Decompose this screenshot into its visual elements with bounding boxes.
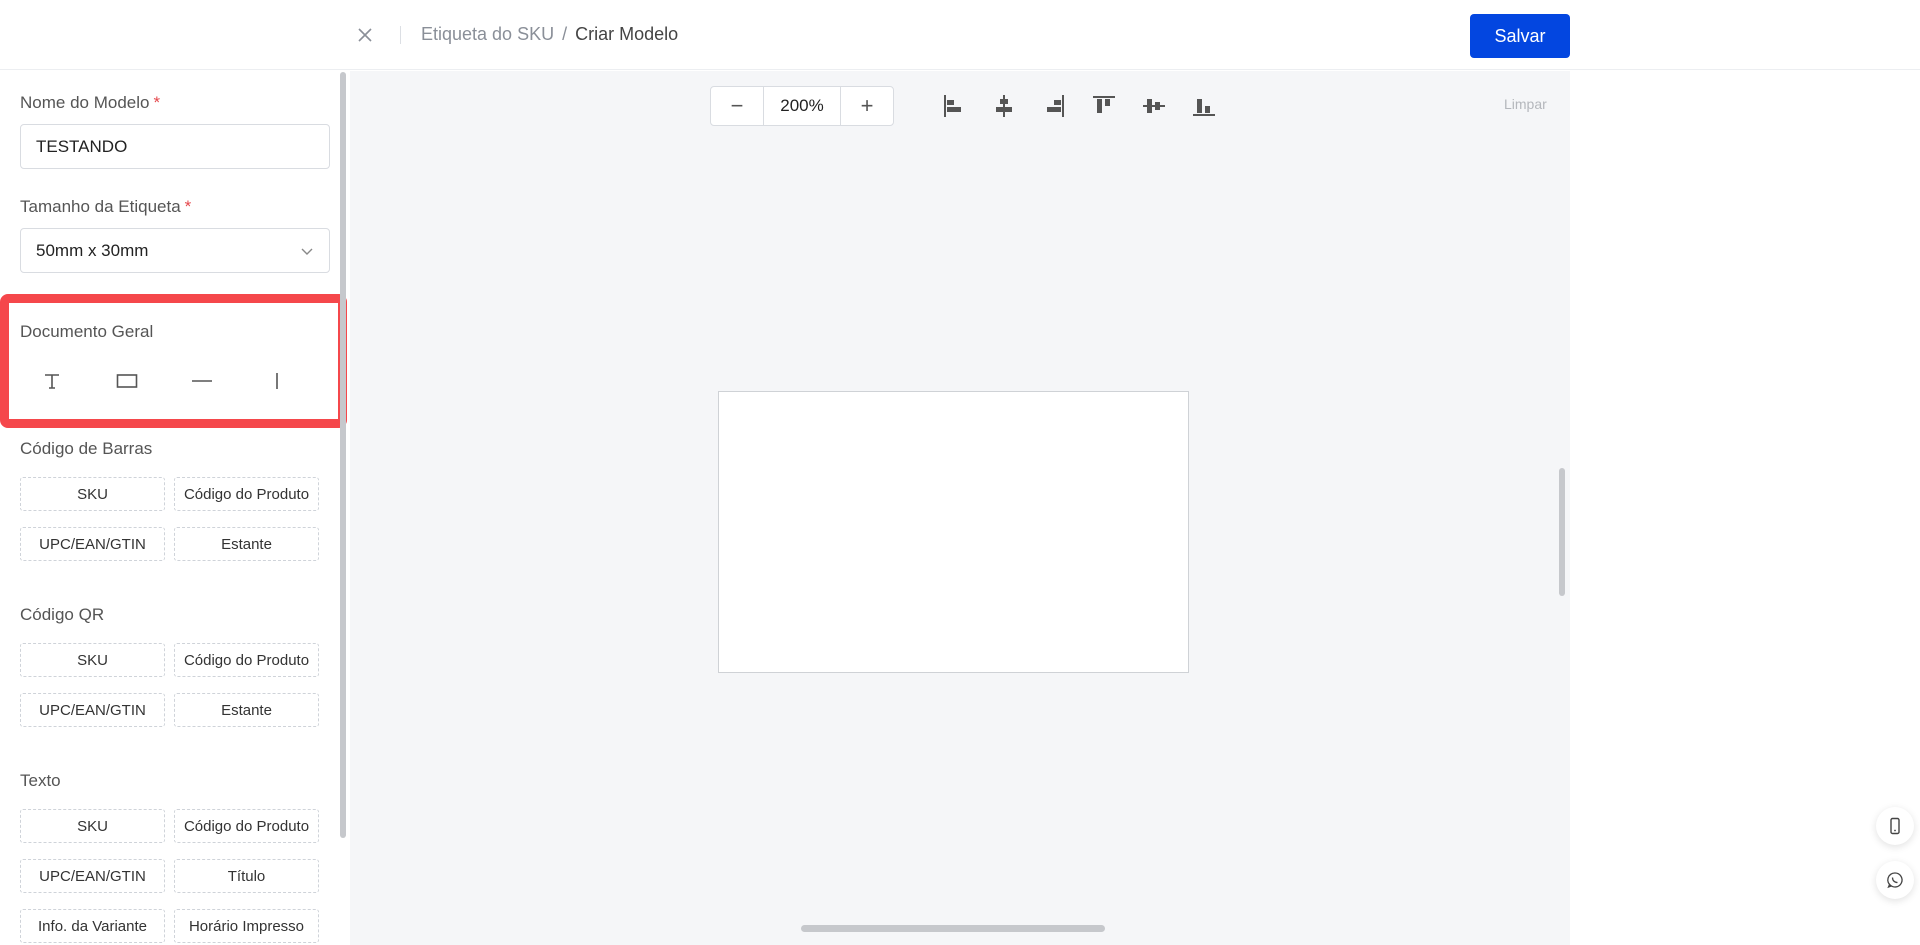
text-product-code-chip[interactable]: Código do Produto — [174, 809, 319, 843]
left-panel: Nome do Modelo * TESTANDO Tamanho da Etiq… — [0, 71, 350, 945]
align-bottom-icon — [1193, 99, 1215, 116]
label-size-label: Tamanho da Etiqueta * — [20, 197, 192, 216]
align-right-button[interactable] — [1037, 89, 1071, 123]
align-middle-vertical-button[interactable] — [1137, 89, 1171, 123]
whatsapp-icon — [1887, 872, 1903, 889]
left-panel-scrollbar[interactable] — [340, 72, 346, 838]
align-center-horizontal-button[interactable] — [987, 89, 1021, 123]
close-icon — [358, 28, 372, 42]
vertical-line-tool-icon — [276, 373, 278, 389]
text-tool-icon — [45, 374, 59, 389]
breadcrumb-separator: / — [562, 24, 568, 44]
barcode-section-title: Código de Barras — [20, 439, 153, 458]
label-canvas[interactable] — [718, 391, 1189, 673]
text-upc-chip[interactable]: UPC/EAN/GTIN — [20, 859, 165, 893]
align-right-icon — [1047, 95, 1064, 117]
horizontal-line-tool-button[interactable] — [185, 364, 219, 398]
align-left-button[interactable] — [937, 89, 971, 123]
text-variant-info-chip[interactable]: Info. da Variante — [20, 909, 165, 943]
general-document-highlight — [0, 294, 347, 428]
required-mark: * — [153, 93, 161, 112]
barcode-shelf-chip[interactable]: Estante — [174, 527, 319, 561]
rectangle-tool-button[interactable] — [110, 364, 144, 398]
qrcode-sku-chip[interactable]: SKU — [20, 643, 165, 677]
align-center-horizontal-icon — [996, 95, 1012, 117]
general-tools — [20, 364, 330, 398]
header-divider — [400, 26, 401, 44]
breadcrumb-parent[interactable]: Etiqueta do SKU — [421, 24, 554, 44]
qrcode-product-code-chip[interactable]: Código do Produto — [174, 643, 319, 677]
vertical-line-tool-button[interactable] — [260, 364, 294, 398]
zoom-level: 200% — [763, 87, 841, 125]
align-middle-vertical-icon — [1143, 99, 1165, 113]
zoom-out-button[interactable]: − — [711, 87, 763, 125]
barcode-product-code-chip[interactable]: Código do Produto — [174, 477, 319, 511]
zoom-in-button[interactable]: + — [841, 87, 893, 125]
label-size-select[interactable]: 50mm x 30mm — [20, 228, 330, 273]
breadcrumb: Etiqueta do SKU / Criar Modelo — [421, 24, 678, 45]
clear-button[interactable]: Limpar — [1504, 96, 1547, 112]
rectangle-tool-icon — [116, 374, 138, 388]
whatsapp-button[interactable] — [1876, 861, 1914, 899]
required-mark: * — [184, 197, 192, 216]
barcode-upc-chip[interactable]: UPC/EAN/GTIN — [20, 527, 165, 561]
mobile-button[interactable] — [1876, 807, 1914, 845]
qrcode-upc-chip[interactable]: UPC/EAN/GTIN — [20, 693, 165, 727]
mobile-phone-icon — [1890, 817, 1900, 835]
qrcode-section-title: Código QR — [20, 605, 105, 624]
qrcode-shelf-chip[interactable]: Estante — [174, 693, 319, 727]
align-top-button[interactable] — [1087, 89, 1121, 123]
chevron-down-icon — [301, 248, 313, 255]
text-section-title: Texto — [20, 771, 61, 790]
design-canvas-area: − 200% + Limpar — [350, 71, 1570, 945]
save-button[interactable]: Salvar — [1470, 14, 1570, 58]
barcode-sku-chip[interactable]: SKU — [20, 477, 165, 511]
text-tool-button[interactable] — [35, 364, 69, 398]
text-title-chip[interactable]: Título — [174, 859, 319, 893]
close-button[interactable] — [352, 22, 378, 48]
breadcrumb-current: Criar Modelo — [575, 24, 679, 44]
text-sku-chip[interactable]: SKU — [20, 809, 165, 843]
align-bottom-button[interactable] — [1187, 89, 1221, 123]
template-name-label: Nome do Modelo * — [20, 93, 161, 112]
align-top-icon — [1093, 96, 1115, 113]
canvas-vertical-scrollbar[interactable] — [1559, 468, 1565, 596]
text-print-time-chip[interactable]: Horário Impresso — [174, 909, 319, 943]
horizontal-line-tool-icon — [192, 380, 212, 382]
canvas-horizontal-scrollbar[interactable] — [801, 925, 1105, 932]
top-bar: Etiqueta do SKU / Criar Modelo Salvar — [0, 0, 1920, 70]
label-size-value: 50mm x 30mm — [36, 240, 149, 260]
template-name-input[interactable]: TESTANDO — [20, 124, 330, 169]
align-left-icon — [944, 95, 961, 117]
zoom-control: − 200% + — [710, 86, 894, 126]
